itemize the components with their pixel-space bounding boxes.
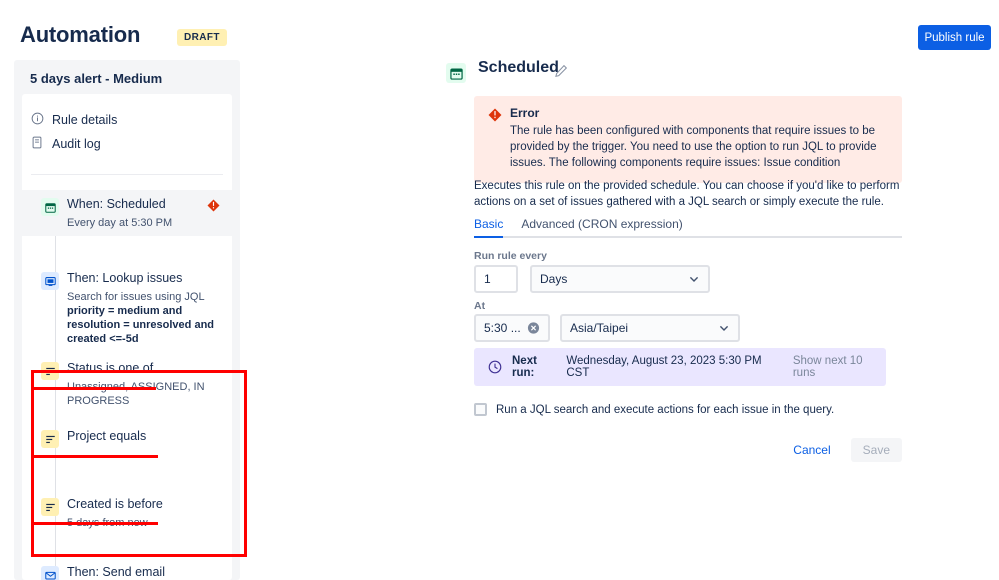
tab-basic[interactable]: Basic <box>474 217 504 238</box>
error-body: The rule has been configured with compon… <box>510 125 877 169</box>
condition-icon <box>41 430 59 448</box>
condition-icon <box>41 498 59 516</box>
timezone-select[interactable]: Asia/Taipei <box>560 314 740 342</box>
error-diamond-icon <box>488 108 502 122</box>
time-value: 5:30 ... <box>484 321 521 335</box>
timezone-value: Asia/Taipei <box>570 321 629 335</box>
rule-component-status-is-one-of[interactable]: Status is one of Unassigned, ASSIGNED, I… <box>22 354 232 407</box>
condition-icon <box>41 362 59 380</box>
trigger-detail-panel: Scheduled Error The rule has been config… <box>446 58 916 462</box>
next-run-banner: Next run: Wednesday, August 23, 2023 5:3… <box>474 348 886 386</box>
next-run-label: Next run: <box>512 355 537 379</box>
form-actions: Cancel Save <box>474 438 902 462</box>
run-rule-every-label: Run rule every <box>474 250 547 262</box>
component-subtitle: 5 days from now <box>67 517 148 529</box>
rule-name: 5 days alert - Medium <box>30 71 163 86</box>
rule-component-project-equals[interactable]: Project equals <box>22 422 232 452</box>
detail-header: Scheduled <box>446 58 916 90</box>
sidebar-item-audit-log[interactable]: Audit log <box>22 132 232 156</box>
rule-component-send-email[interactable]: Then: Send email <box>22 558 232 580</box>
rule-component-lookup-issues[interactable]: Then: Lookup issues Search for issues us… <box>22 264 232 345</box>
publish-rule-button[interactable]: Publish rule <box>918 25 991 50</box>
detail-tabs: Basic Advanced (CRON expression) <box>474 215 902 238</box>
component-title: Project equals <box>67 429 147 443</box>
cancel-button[interactable]: Cancel <box>787 438 836 462</box>
component-subtitle: Unassigned, ASSIGNED, IN PROGRESS <box>67 381 205 407</box>
error-diamond-icon <box>207 199 220 212</box>
calendar-icon <box>41 198 59 216</box>
sidebar-divider <box>31 174 223 175</box>
detail-title: Scheduled <box>478 59 559 76</box>
next-run-value: Wednesday, August 23, 2023 5:30 PM CST <box>566 355 762 379</box>
component-subtitle-line: Search for issues using JQL <box>67 291 205 303</box>
component-title: When: Scheduled <box>67 197 166 211</box>
sidebar-item-label: Audit log <box>52 137 101 151</box>
component-subtitle-jql: priority = medium and resolution = unres… <box>67 305 215 345</box>
automation-rule-editor: Automation DRAFT Publish rule 5 days ale… <box>0 0 999 580</box>
show-next-runs-link[interactable]: Show next 10 runs <box>793 355 886 379</box>
error-title: Error <box>510 106 540 120</box>
pencil-icon[interactable] <box>554 64 568 78</box>
rule-component-list: Rule details Audit log When: Scheduled E… <box>22 94 232 580</box>
component-title: Status is one of <box>67 361 154 375</box>
component-subtitle: Search for issues using JQL priority = m… <box>67 290 227 346</box>
rule-component-created-is-before[interactable]: Created is before 5 days from now <box>22 490 232 536</box>
status-badge: DRAFT <box>177 29 227 46</box>
calendar-icon <box>446 63 466 83</box>
jql-search-checkbox[interactable] <box>474 403 487 416</box>
info-icon <box>22 112 52 128</box>
interval-unit-value: Days <box>540 272 568 286</box>
chevron-down-icon <box>688 273 700 285</box>
component-title: Then: Lookup issues <box>67 271 183 285</box>
email-icon <box>41 566 59 580</box>
jql-search-checkbox-label: Run a JQL search and execute actions for… <box>496 403 835 416</box>
component-title: Created is before <box>67 497 163 511</box>
trigger-description: Executes this rule on the provided sched… <box>474 180 900 208</box>
document-icon <box>22 136 52 152</box>
jql-search-checkbox-row[interactable]: Run a JQL search and execute actions for… <box>474 403 834 416</box>
time-input[interactable]: 5:30 ... <box>474 314 550 342</box>
page-title: Automation <box>20 22 141 47</box>
save-button: Save <box>850 438 902 462</box>
component-title: Then: Send email <box>67 565 165 579</box>
chevron-down-icon <box>718 322 730 334</box>
rule-component-when-scheduled[interactable]: When: Scheduled Every day at 5:30 PM <box>22 190 232 236</box>
lookup-icon <box>41 272 59 290</box>
sidebar-item-rule-details[interactable]: Rule details <box>22 108 232 132</box>
top-bar: Automation DRAFT Publish rule <box>0 0 999 60</box>
at-label: At <box>474 300 486 312</box>
clear-icon[interactable] <box>527 322 540 335</box>
rule-sidebar: 5 days alert - Medium Rule details Audit… <box>14 60 247 580</box>
tab-advanced-cron[interactable]: Advanced (CRON expression) <box>521 217 682 236</box>
interval-input[interactable]: 1 <box>474 265 518 293</box>
component-subtitle: Every day at 5:30 PM <box>67 217 173 229</box>
error-message-box: Error The rule has been configured with … <box>474 96 902 183</box>
interval-unit-select[interactable]: Days <box>530 265 710 293</box>
clock-icon <box>488 360 502 374</box>
sidebar-item-label: Rule details <box>52 113 118 127</box>
